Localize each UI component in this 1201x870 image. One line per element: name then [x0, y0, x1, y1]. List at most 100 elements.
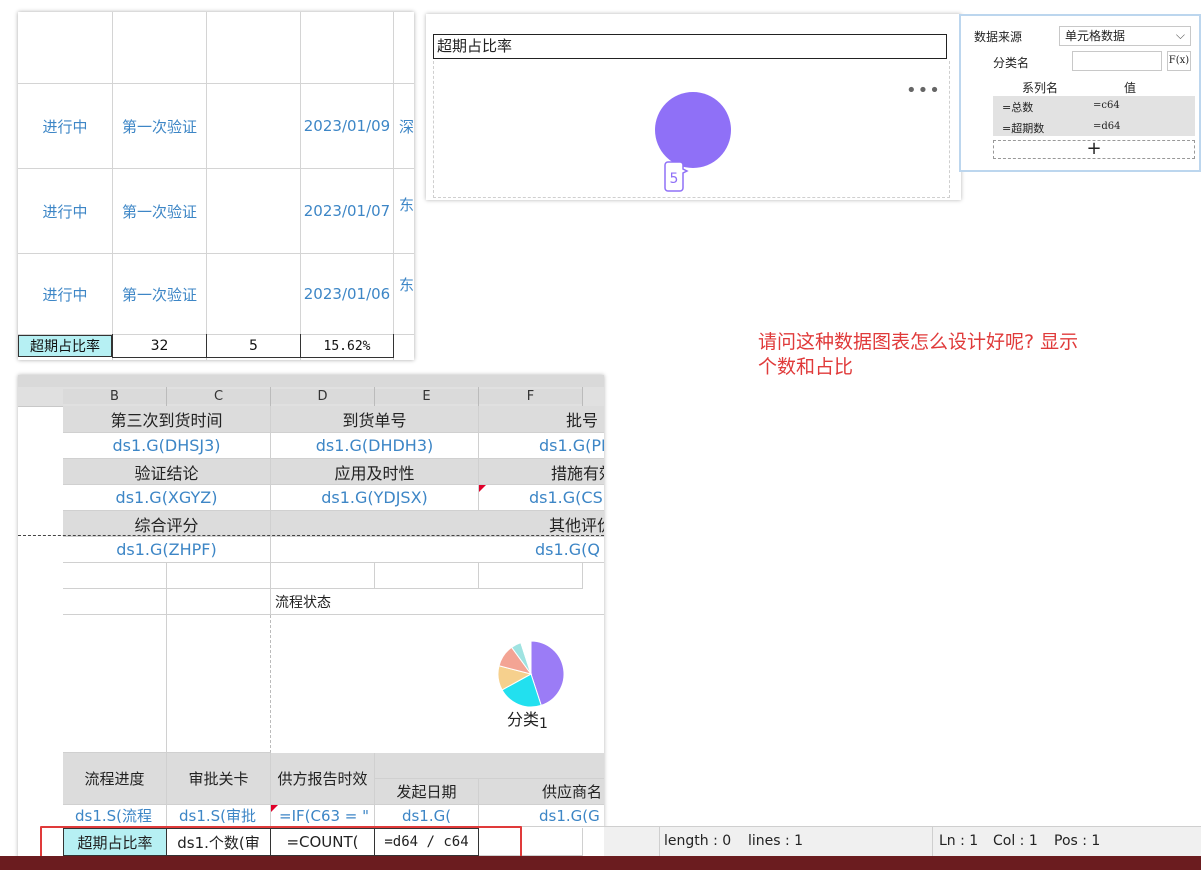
status-length: length : 0: [664, 833, 732, 849]
series-properties-panel: 数据来源 单元格数据 ⌵ 分类名 F(x) 系列名 值 =总数 =c64 =超期…: [959, 14, 1201, 172]
table-cell-extra: 东: [399, 275, 414, 294]
header-cell[interactable]: 审批关卡: [167, 753, 271, 805]
series-row-name[interactable]: =超期数: [1002, 120, 1044, 136]
header-cell[interactable]: 验证结论: [63, 459, 271, 485]
column-header-b[interactable]: B: [63, 389, 166, 404]
empty-cell[interactable]: [63, 615, 167, 753]
pie-chart-cell[interactable]: 分类1: [271, 615, 604, 753]
question-line-1: 请问这种数据图表怎么设计好呢? 显示: [758, 331, 1079, 353]
summary-total: 32: [113, 335, 206, 358]
header-cell[interactable]: 批号: [479, 406, 604, 433]
bubble-value-label: 5: [670, 171, 679, 187]
header-cell[interactable]: 流程进度: [63, 753, 167, 805]
status-bar: length : 0 lines : 1 Ln : 1 Col : 1 Pos …: [604, 826, 1201, 857]
column-header-d[interactable]: D: [271, 389, 374, 404]
add-series-button[interactable]: +: [993, 140, 1195, 159]
flow-status-label[interactable]: 流程状态: [271, 589, 604, 615]
table-cell-status: 进行中: [42, 202, 88, 221]
taskbar-strip: [0, 856, 1201, 870]
summary-ratio: 15.62%: [301, 335, 393, 358]
formula-cell[interactable]: ds1.G(G: [479, 805, 604, 827]
report-designer[interactable]: B C D E F 第三次到货时间 到货单号 批号 ds1.G(DHSJ3) d…: [18, 375, 604, 870]
formula-cell[interactable]: ds1.G(Q: [271, 537, 604, 563]
empty-cell[interactable]: [63, 589, 167, 615]
empty-cell[interactable]: [167, 615, 271, 753]
data-source-value: 单元格数据: [1065, 29, 1126, 43]
formula-cell[interactable]: ds1.G(DHSJ3): [63, 433, 271, 459]
series-value-header: 值: [1088, 79, 1172, 97]
bubble-mark: [655, 92, 731, 168]
category-input[interactable]: [1072, 51, 1162, 71]
empty-cell[interactable]: [167, 563, 271, 589]
question-text: 请问这种数据图表怎么设计好呢? 显示 个数和占比: [758, 330, 1078, 380]
table-cell-status: 进行中: [42, 285, 88, 304]
summary-overdue: 5: [207, 335, 300, 358]
table-cell-date: 2023/01/09: [303, 117, 391, 135]
header-cell[interactable]: 供方报告时效: [271, 753, 375, 805]
header-cell[interactable]: 供应商名: [479, 779, 604, 805]
header-cell-merged[interactable]: [375, 753, 604, 779]
header-cell[interactable]: 到货单号: [271, 406, 479, 433]
data-source-label: 数据来源: [974, 30, 1023, 44]
pie-category-label: 分类: [507, 710, 540, 729]
pie-chart: [497, 640, 565, 708]
table-cell-stage: 第一次验证: [121, 285, 197, 304]
header-cell[interactable]: 应用及时性: [271, 459, 479, 485]
empty-cell[interactable]: [63, 563, 167, 589]
series-name-header: 系列名: [998, 79, 1082, 97]
formula-cell[interactable]: ds1.G(XGYZ): [63, 485, 271, 511]
formula-cell[interactable]: ds1.S(审批: [167, 805, 271, 827]
table-cell-status: 进行中: [42, 117, 88, 136]
column-header-e[interactable]: E: [375, 389, 478, 404]
table-cell-extra: 深: [399, 117, 414, 136]
series-row-name[interactable]: =总数: [1002, 99, 1033, 115]
header-cell[interactable]: 第三次到货时间: [63, 406, 271, 433]
pie-category-index: 1: [539, 716, 548, 732]
formula-cell[interactable]: ds1.G(YDJSX): [271, 485, 479, 511]
summary-label: 超期占比率: [18, 335, 112, 357]
status-col: Col : 1: [993, 833, 1038, 849]
formula-cell[interactable]: ds1.G(CS: [479, 485, 604, 511]
formula-cell[interactable]: ds1.G(ZHPF): [63, 537, 271, 563]
status-pos: Pos : 1: [1054, 833, 1101, 849]
formula-cell[interactable]: ds1.G(DHDH3): [271, 433, 479, 459]
pie-legend-label: 分类1: [507, 706, 548, 732]
column-header-c[interactable]: C: [167, 389, 270, 404]
table-cell-stage: 第一次验证: [121, 202, 197, 221]
comment-marker-icon: [271, 805, 278, 812]
header-cell[interactable]: 其他评价: [271, 511, 604, 537]
bubble-chart: 5: [655, 92, 731, 192]
status-ln: Ln : 1: [939, 833, 979, 849]
table-cell-stage: 第一次验证: [121, 117, 197, 136]
chart-preview-panel[interactable]: 超期占比率 ••• 5: [426, 14, 961, 200]
table-cell-date: 2023/01/07: [303, 202, 391, 220]
column-header-f[interactable]: F: [479, 389, 582, 404]
table-cell-date: 2023/01/06: [303, 285, 391, 303]
preview-table: 进行中 第一次验证 2023/01/09 深 进行中 第一次验证 2023/01…: [18, 12, 414, 360]
comment-marker-icon: [479, 485, 486, 492]
chevron-down-icon: ⌵: [1175, 28, 1185, 42]
header-cell[interactable]: 措施有效: [479, 459, 604, 485]
empty-cell[interactable]: [375, 563, 479, 589]
empty-cell[interactable]: [271, 563, 375, 589]
series-row-value[interactable]: =d64: [1093, 121, 1121, 132]
question-line-2: 个数和占比: [758, 356, 854, 378]
formula-cell[interactable]: =IF(C63 = ": [271, 805, 375, 827]
formula-cell[interactable]: ds1.G(PI: [479, 433, 604, 459]
page-break-line: [18, 535, 604, 536]
chart-title-input[interactable]: 超期占比率: [433, 34, 947, 59]
empty-cell[interactable]: [479, 563, 583, 589]
header-cell[interactable]: 综合评分: [63, 511, 271, 537]
formula-cell[interactable]: ds1.G(: [375, 805, 479, 827]
toolbar-strip: [18, 375, 604, 387]
more-dots-icon[interactable]: •••: [906, 80, 941, 101]
category-label: 分类名: [993, 56, 1030, 70]
header-cell[interactable]: 发起日期: [375, 779, 479, 805]
formula-cell[interactable]: ds1.S(流程: [63, 805, 167, 827]
status-lines: lines : 1: [748, 833, 804, 849]
formula-button[interactable]: F(x): [1167, 51, 1191, 71]
table-cell-extra: 东: [399, 195, 414, 214]
data-source-select[interactable]: 单元格数据 ⌵: [1059, 26, 1191, 46]
series-row-value[interactable]: =c64: [1093, 100, 1120, 111]
empty-cell[interactable]: [167, 589, 271, 615]
